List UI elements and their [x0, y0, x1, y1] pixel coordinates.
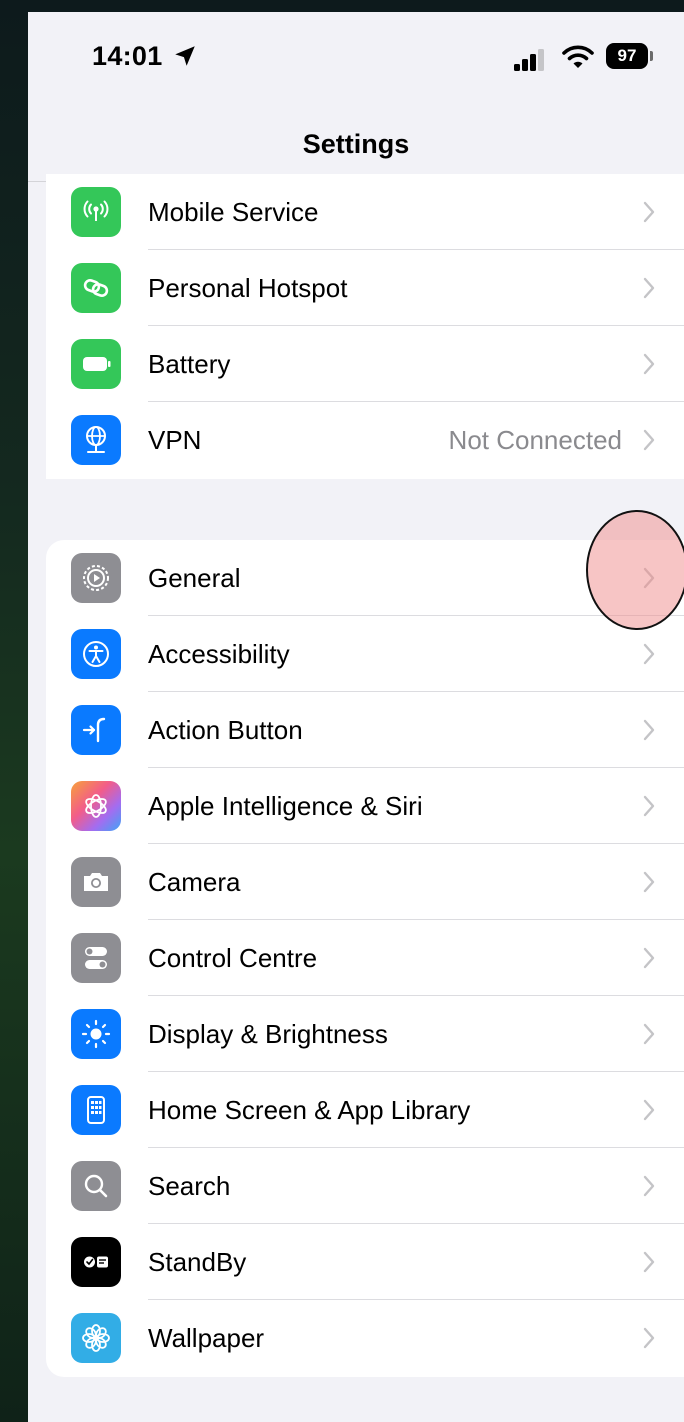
- home-screen-icon: [71, 1085, 121, 1135]
- row-accessibility[interactable]: Accessibility: [46, 616, 684, 692]
- tap-indicator: [586, 510, 684, 630]
- row-label: StandBy: [148, 1247, 247, 1277]
- wallpaper-flower-icon: [71, 1313, 121, 1363]
- row-label: Battery: [148, 349, 231, 379]
- row-label: Accessibility: [148, 639, 290, 669]
- row-search[interactable]: Search: [46, 1148, 684, 1224]
- row-mobile-service[interactable]: Mobile Service: [46, 174, 684, 250]
- sun-icon: [71, 1009, 121, 1059]
- search-icon: [71, 1161, 121, 1211]
- battery-icon: [71, 339, 121, 389]
- row-label: Personal Hotspot: [148, 273, 348, 303]
- row-label: VPN: [148, 425, 202, 455]
- chevron-right-icon: [643, 1251, 655, 1273]
- settings-group-general: General Accessibility Action Button Appl…: [46, 540, 684, 1377]
- row-battery[interactable]: Battery: [46, 326, 684, 402]
- battery-percent: 97: [617, 46, 637, 65]
- cellular-signal-icon: [514, 49, 544, 71]
- row-vpn[interactable]: VPN Not Connected: [46, 402, 684, 478]
- action-button-icon: [71, 705, 121, 755]
- globe-network-icon: [71, 415, 121, 465]
- chevron-right-icon: [643, 795, 655, 817]
- settings-group-connectivity: Mobile Service Personal Hotspot Battery …: [46, 174, 684, 479]
- row-wallpaper[interactable]: Wallpaper: [46, 1300, 684, 1376]
- row-home-screen-app-library[interactable]: Home Screen & App Library: [46, 1072, 684, 1148]
- hotspot-link-icon: [71, 263, 121, 313]
- settings-screen: 14:01 97 Settings Mobile Service Persona…: [28, 12, 684, 1422]
- row-label: Apple Intelligence & Siri: [148, 791, 423, 821]
- gear-icon: [71, 553, 121, 603]
- location-arrow-icon: [175, 46, 195, 66]
- chevron-right-icon: [643, 1327, 655, 1349]
- chevron-right-icon: [643, 947, 655, 969]
- chevron-right-icon: [643, 871, 655, 893]
- battery-level: 97: [606, 43, 648, 69]
- chevron-right-icon: [643, 1023, 655, 1045]
- battery-cap: [650, 51, 653, 61]
- page-title: Settings: [302, 129, 410, 159]
- chevron-right-icon: [643, 719, 655, 741]
- row-label: Camera: [148, 867, 241, 897]
- toggles-icon: [71, 933, 121, 983]
- row-control-centre[interactable]: Control Centre: [46, 920, 684, 996]
- wifi-icon: [562, 45, 594, 68]
- chevron-right-icon: [643, 1175, 655, 1197]
- apple-intelligence-icon: [71, 781, 121, 831]
- antenna-icon: [71, 187, 121, 237]
- chevron-right-icon: [643, 643, 655, 665]
- standby-icon: [71, 1237, 121, 1287]
- row-label: Home Screen & App Library: [148, 1095, 471, 1125]
- row-label: Search: [148, 1171, 231, 1201]
- row-standby[interactable]: StandBy: [46, 1224, 684, 1300]
- row-label: General: [148, 563, 241, 593]
- chevron-right-icon: [643, 353, 655, 375]
- row-label: Display & Brightness: [148, 1019, 388, 1049]
- row-label: Control Centre: [148, 943, 318, 973]
- row-personal-hotspot[interactable]: Personal Hotspot: [46, 250, 684, 326]
- chevron-right-icon: [643, 277, 655, 299]
- row-action-button[interactable]: Action Button: [46, 692, 684, 768]
- row-display-brightness[interactable]: Display & Brightness: [46, 996, 684, 1072]
- row-label: Wallpaper: [148, 1323, 265, 1353]
- row-camera[interactable]: Camera: [46, 844, 684, 920]
- status-time: 14:01: [92, 41, 163, 71]
- chevron-right-icon: [643, 1099, 655, 1121]
- row-apple-intelligence-siri[interactable]: Apple Intelligence & Siri: [46, 768, 684, 844]
- nav-bar: Settings: [28, 98, 684, 182]
- row-label: Mobile Service: [148, 197, 319, 227]
- chevron-right-icon: [643, 201, 655, 223]
- status-bar: 14:01 97: [28, 12, 684, 98]
- accessibility-person-icon: [71, 629, 121, 679]
- camera-icon: [71, 857, 121, 907]
- chevron-right-icon: [643, 429, 655, 451]
- vpn-status-value: Not Connected: [448, 425, 622, 455]
- row-label: Action Button: [148, 715, 303, 745]
